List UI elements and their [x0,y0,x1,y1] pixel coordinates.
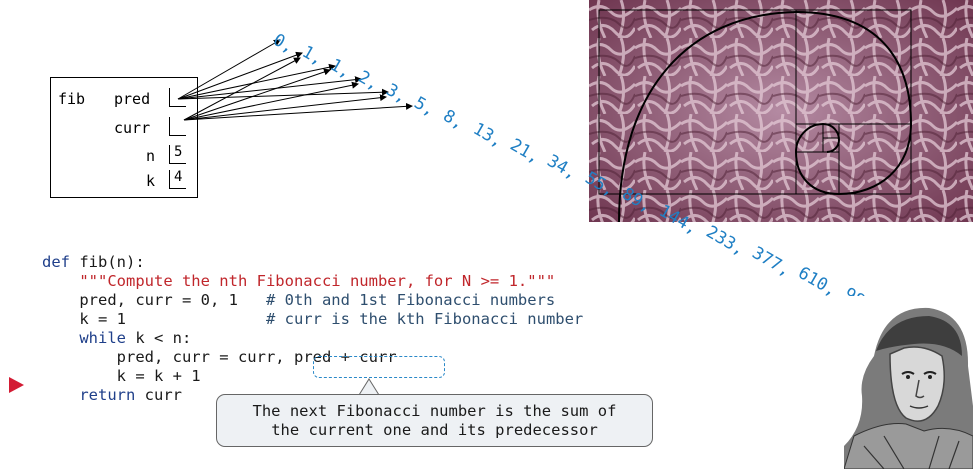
seq-6: 8, [440,106,468,134]
seq-10: 55, [582,168,619,201]
portrait-svg [843,296,973,470]
seq-4: 3, [383,80,411,108]
code-line-3: pred, curr = 0, 1 # 0th and 1st Fibonacc… [79,291,556,309]
seq-9: 34, [544,151,581,184]
code-line-5: while k < n: [79,329,192,347]
seq-12: 144, [656,201,701,239]
seq-0: 0, [270,30,298,58]
tooltip-line-2: the current one and its predecessor [271,421,598,439]
arrow-pred-0 [177,39,281,100]
explanation-tooltip: The next Fibonacci number is the sum of … [216,394,653,447]
code-line-1: def fib(n): [42,253,145,271]
arrow-curr-4 [183,94,387,121]
seq-13: 233, [703,222,748,260]
seq-2: 1, [327,55,355,83]
seq-11: 89, [619,184,656,217]
fibonacci-portrait [843,296,973,470]
code-line-8: return curr [79,386,182,404]
seq-14: 377, [749,243,794,281]
code-line-2: """Compute the nth Fibonacci number, for… [79,272,556,290]
arrow-curr-1 [183,57,301,121]
seq-1: 1, [299,42,327,70]
highlighted-expression-box [313,356,445,378]
code-line-4: k = 1 # curr is the kth Fibonacci number [79,310,584,328]
seq-3: 2, [355,67,383,95]
seq-5: 5, [411,93,439,121]
code-block: def fib(n): """Compute the nth Fibonacci… [42,253,583,405]
seq-7: 13, [470,119,507,152]
tooltip-line-1: The next Fibonacci number is the sum of [252,402,617,420]
code-line-7: k = k + 1 [116,367,201,385]
seq-8: 21, [507,135,544,168]
current-line-pointer-icon [9,377,24,393]
seq-15: 610, [795,263,840,301]
